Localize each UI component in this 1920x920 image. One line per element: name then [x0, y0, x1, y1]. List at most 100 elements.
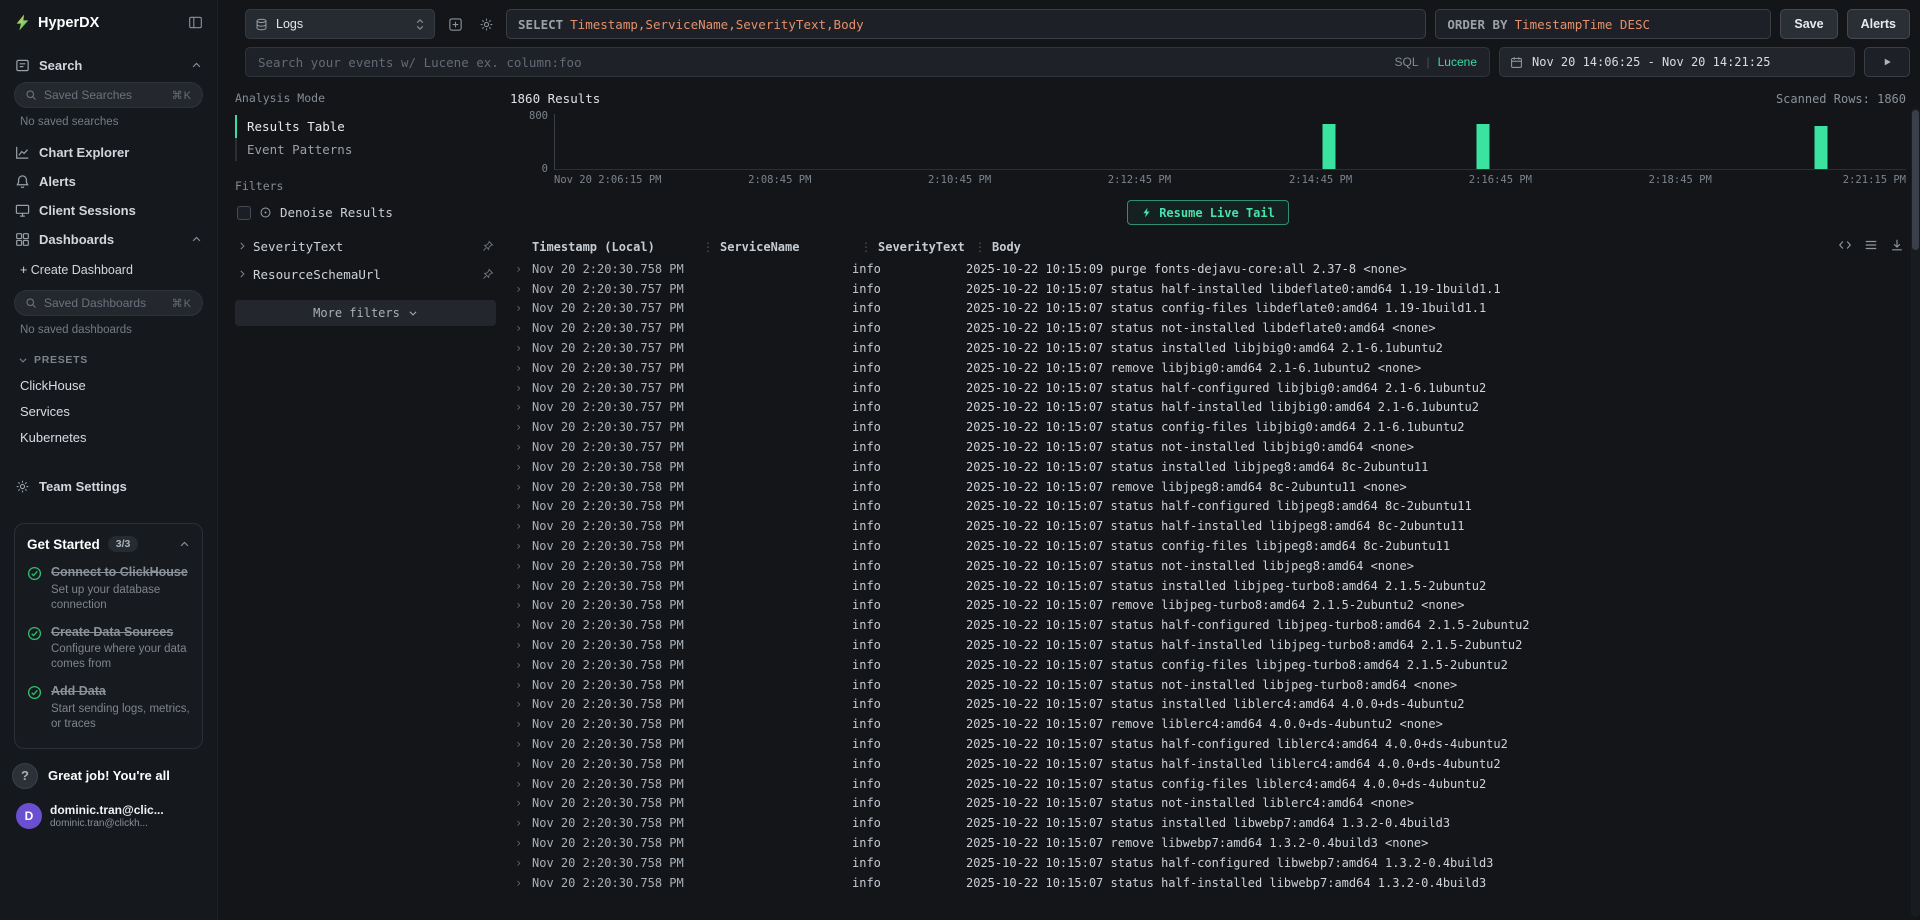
date-range-picker[interactable]: Nov 20 14:06:25 - Nov 20 14:21:25: [1499, 47, 1855, 77]
row-expand-chevron[interactable]: ›: [510, 301, 528, 315]
saved-dashboards-input[interactable]: Saved Dashboards ⌘K: [14, 290, 203, 316]
get-started-step[interactable]: Connect to ClickHouse Set up your databa…: [27, 565, 190, 613]
run-query-button[interactable]: [1864, 47, 1910, 77]
log-row[interactable]: › Nov 20 2:20:30.758 PM info 2025-10-22 …: [510, 259, 1906, 279]
log-row[interactable]: › Nov 20 2:20:30.757 PM info 2025-10-22 …: [510, 378, 1906, 398]
save-button[interactable]: Save: [1780, 9, 1837, 39]
chevron-right-icon[interactable]: [237, 241, 247, 251]
column-header-timestamp[interactable]: Timestamp (Local): [532, 240, 702, 254]
preset-item-kubernetes[interactable]: Kubernetes: [9, 424, 208, 450]
row-expand-chevron[interactable]: ›: [510, 480, 528, 494]
source-select[interactable]: Logs: [245, 9, 435, 39]
sidebar-collapse-icon[interactable]: [188, 15, 203, 30]
log-row[interactable]: › Nov 20 2:20:30.758 PM info 2025-10-22 …: [510, 635, 1906, 655]
row-expand-chevron[interactable]: ›: [510, 737, 528, 751]
log-row[interactable]: › Nov 20 2:20:30.757 PM info 2025-10-22 …: [510, 398, 1906, 418]
order-by-input[interactable]: ORDER BY TimestampTime DESC: [1435, 9, 1771, 39]
log-row[interactable]: › Nov 20 2:20:30.758 PM info 2025-10-22 …: [510, 596, 1906, 616]
row-expand-chevron[interactable]: ›: [510, 440, 528, 454]
get-started-header[interactable]: Get Started 3/3: [27, 536, 190, 552]
row-expand-chevron[interactable]: ›: [510, 638, 528, 652]
help-button[interactable]: ?: [12, 763, 38, 789]
preset-item-clickhouse[interactable]: ClickHouse: [9, 372, 208, 398]
log-row[interactable]: › Nov 20 2:20:30.757 PM info 2025-10-22 …: [510, 437, 1906, 457]
language-toggle-lucene[interactable]: Lucene: [1438, 55, 1477, 69]
column-header-body[interactable]: ⋮Body: [974, 240, 1906, 254]
log-row[interactable]: › Nov 20 2:20:30.758 PM info 2025-10-22 …: [510, 714, 1906, 734]
row-expand-chevron[interactable]: ›: [510, 598, 528, 612]
row-expand-chevron[interactable]: ›: [510, 678, 528, 692]
get-started-step[interactable]: Add Data Start sending logs, metrics, or…: [27, 684, 190, 732]
row-expand-chevron[interactable]: ›: [510, 262, 528, 276]
row-expand-chevron[interactable]: ›: [510, 876, 528, 890]
source-settings-button[interactable]: [475, 13, 497, 35]
denoise-results-toggle[interactable]: Denoise Results: [235, 203, 496, 232]
create-dashboard-button[interactable]: + Create Dashboard: [9, 254, 208, 288]
log-row[interactable]: › Nov 20 2:20:30.758 PM info 2025-10-22 …: [510, 813, 1906, 833]
chevron-right-icon[interactable]: [237, 269, 247, 279]
row-expand-chevron[interactable]: ›: [510, 460, 528, 474]
row-expand-chevron[interactable]: ›: [510, 539, 528, 553]
more-filters-button[interactable]: More filters: [235, 300, 496, 326]
pin-icon[interactable]: [482, 240, 494, 252]
log-row[interactable]: › Nov 20 2:20:30.758 PM info 2025-10-22 …: [510, 774, 1906, 794]
row-expand-chevron[interactable]: ›: [510, 579, 528, 593]
log-row[interactable]: › Nov 20 2:20:30.757 PM info 2025-10-22 …: [510, 417, 1906, 437]
presets-toggle[interactable]: PRESETS: [9, 346, 208, 372]
log-row[interactable]: › Nov 20 2:20:30.757 PM info 2025-10-22 …: [510, 358, 1906, 378]
row-expand-chevron[interactable]: ›: [510, 836, 528, 850]
log-row[interactable]: › Nov 20 2:20:30.758 PM info 2025-10-22 …: [510, 754, 1906, 774]
row-expand-chevron[interactable]: ›: [510, 400, 528, 414]
row-expand-chevron[interactable]: ›: [510, 282, 528, 296]
log-row[interactable]: › Nov 20 2:20:30.758 PM info 2025-10-22 …: [510, 734, 1906, 754]
row-expand-chevron[interactable]: ›: [510, 856, 528, 870]
row-expand-chevron[interactable]: ›: [510, 717, 528, 731]
row-expand-chevron[interactable]: ›: [510, 618, 528, 632]
select-columns-input[interactable]: SELECT Timestamp,ServiceName,SeverityTex…: [506, 9, 1426, 39]
download-icon[interactable]: [1890, 238, 1904, 252]
column-resize-handle[interactable]: ⋮: [702, 240, 714, 254]
log-row[interactable]: › Nov 20 2:20:30.758 PM info 2025-10-22 …: [510, 556, 1906, 576]
column-resize-handle[interactable]: ⋮: [974, 240, 986, 254]
column-header-servicename[interactable]: ⋮ServiceName: [702, 240, 860, 254]
log-row[interactable]: › Nov 20 2:20:30.757 PM info 2025-10-22 …: [510, 299, 1906, 319]
log-row[interactable]: › Nov 20 2:20:30.758 PM info 2025-10-22 …: [510, 457, 1906, 477]
row-expand-chevron[interactable]: ›: [510, 341, 528, 355]
resume-live-tail-button[interactable]: Resume Live Tail: [1127, 200, 1289, 225]
row-expand-chevron[interactable]: ›: [510, 361, 528, 375]
sidebar-item-dashboards[interactable]: Dashboards: [9, 225, 208, 254]
saved-searches-input[interactable]: Saved Searches ⌘K: [14, 82, 203, 108]
log-row[interactable]: › Nov 20 2:20:30.758 PM info 2025-10-22 …: [510, 615, 1906, 635]
user-menu[interactable]: D dominic.tran@clic... dominic.tran@clic…: [12, 799, 205, 833]
row-expand-chevron[interactable]: ›: [510, 777, 528, 791]
sidebar-item-client-sessions[interactable]: Client Sessions: [9, 196, 208, 225]
sidebar-item-chart-explorer[interactable]: Chart Explorer: [9, 138, 208, 167]
row-expand-chevron[interactable]: ›: [510, 381, 528, 395]
row-expand-chevron[interactable]: ›: [510, 321, 528, 335]
code-view-icon[interactable]: [1838, 238, 1852, 252]
row-expand-chevron[interactable]: ›: [510, 420, 528, 434]
log-row[interactable]: › Nov 20 2:20:30.758 PM info 2025-10-22 …: [510, 576, 1906, 596]
row-expand-chevron[interactable]: ›: [510, 757, 528, 771]
log-row[interactable]: › Nov 20 2:20:30.758 PM info 2025-10-22 …: [510, 833, 1906, 853]
log-row[interactable]: › Nov 20 2:20:30.758 PM info 2025-10-22 …: [510, 497, 1906, 517]
pin-icon[interactable]: [482, 268, 494, 280]
log-row[interactable]: › Nov 20 2:20:30.758 PM info 2025-10-22 …: [510, 536, 1906, 556]
log-row[interactable]: › Nov 20 2:20:30.757 PM info 2025-10-22 …: [510, 338, 1906, 358]
log-row[interactable]: › Nov 20 2:20:30.758 PM info 2025-10-22 …: [510, 655, 1906, 675]
log-row[interactable]: › Nov 20 2:20:30.758 PM info 2025-10-22 …: [510, 477, 1906, 497]
sidebar-item-team-settings[interactable]: Team Settings: [9, 472, 208, 501]
sidebar-item-alerts[interactable]: Alerts: [9, 167, 208, 196]
filter-field-severitytext[interactable]: SeverityText: [235, 232, 496, 260]
scrollbar-thumb[interactable]: [1912, 110, 1919, 250]
row-density-icon[interactable]: [1864, 238, 1878, 252]
add-source-button[interactable]: [444, 13, 466, 35]
language-toggle-sql[interactable]: SQL: [1394, 55, 1418, 69]
denoise-checkbox[interactable]: [237, 206, 251, 220]
log-row[interactable]: › Nov 20 2:20:30.758 PM info 2025-10-22 …: [510, 853, 1906, 873]
row-expand-chevron[interactable]: ›: [510, 658, 528, 672]
results-scrollbar[interactable]: [1911, 108, 1920, 917]
analysis-option-results-table[interactable]: Results Table: [235, 115, 496, 138]
column-resize-handle[interactable]: ⋮: [860, 240, 872, 254]
filter-field-resourceschemaurl[interactable]: ResourceSchemaUrl: [235, 260, 496, 288]
